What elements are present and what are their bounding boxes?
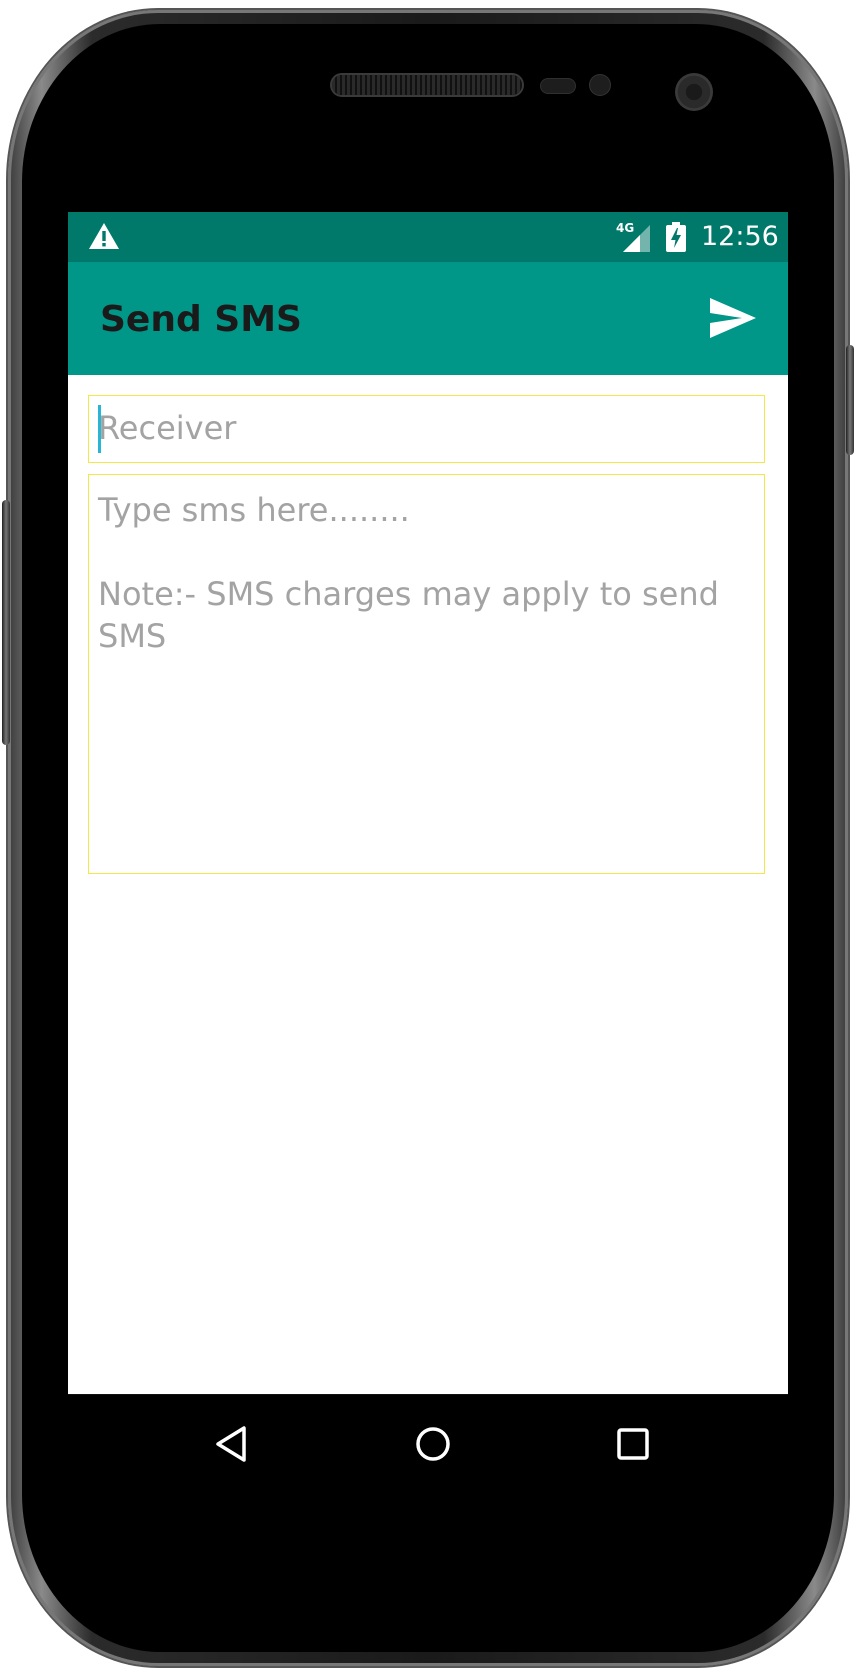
light-sensor	[590, 75, 610, 95]
receiver-input[interactable]: Receiver	[88, 395, 765, 463]
status-time: 12:56	[701, 221, 779, 252]
app-bar: Send SMS	[68, 262, 788, 375]
message-placeholder: Type sms here........ Note:- SMS charges…	[98, 491, 719, 655]
battery-charging-icon	[666, 222, 686, 252]
home-icon[interactable]	[408, 1419, 458, 1469]
earpiece-speaker	[332, 75, 522, 95]
power-button	[846, 345, 854, 455]
screen: 4G 12:56 Send SMS Receiver Type sms here…	[68, 212, 788, 1492]
sms-form: Receiver Type sms here........ Note:- SM…	[68, 375, 788, 1405]
recents-icon[interactable]	[608, 1419, 658, 1469]
message-input[interactable]: Type sms here........ Note:- SMS charges…	[88, 474, 765, 874]
send-icon	[710, 298, 756, 338]
send-button[interactable]	[708, 294, 758, 342]
receiver-placeholder: Receiver	[98, 409, 237, 447]
navigation-bar	[68, 1394, 788, 1492]
network-type-label: 4G	[616, 221, 635, 235]
status-bar: 4G 12:56	[68, 212, 788, 262]
front-camera	[675, 73, 713, 111]
warning-icon	[89, 223, 119, 249]
back-icon[interactable]	[208, 1419, 258, 1469]
page-title: Send SMS	[100, 299, 302, 340]
volume-button	[2, 500, 10, 745]
proximity-sensor	[541, 79, 575, 93]
